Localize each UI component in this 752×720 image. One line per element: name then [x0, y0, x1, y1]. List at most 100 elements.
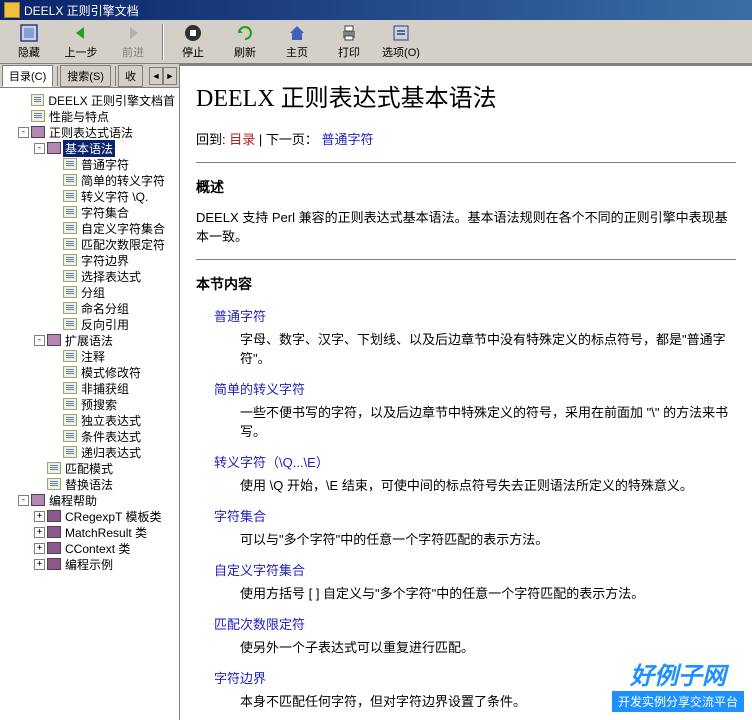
tree-label[interactable]: 字符集合 — [79, 204, 131, 221]
tree-label[interactable]: 独立表达式 — [79, 412, 143, 429]
tree-label[interactable]: 模式修改符 — [79, 364, 143, 381]
tree-label[interactable]: 普通字符 — [79, 156, 131, 173]
page-icon — [63, 382, 77, 394]
tree-label[interactable]: CContext 类 — [63, 540, 132, 557]
tree-node[interactable]: 普通字符 — [2, 156, 177, 172]
options-button[interactable]: 选项(O) — [376, 22, 426, 62]
tree-label[interactable]: 替换语法 — [63, 476, 115, 493]
tree-node[interactable]: 模式修改符 — [2, 364, 177, 380]
overview-heading: 概述 — [196, 177, 736, 197]
tree-node[interactable]: 非捕获组 — [2, 380, 177, 396]
stop-icon — [183, 23, 203, 43]
topic-link[interactable]: 字符集合 — [214, 506, 736, 525]
collapse-icon[interactable]: - — [18, 127, 29, 138]
tree-view[interactable]: DEELX 正则引擎文档首性能与特点-正则表达式语法-基本语法普通字符简单的转义… — [0, 88, 179, 720]
tree-node[interactable]: 条件表达式 — [2, 428, 177, 444]
topic-link[interactable]: 普通字符 — [214, 306, 736, 325]
tree-node[interactable]: 转义字符 \Q. — [2, 188, 177, 204]
tree-node[interactable]: 注释 — [2, 348, 177, 364]
print-button[interactable]: 打印 — [324, 22, 374, 62]
tree-label[interactable]: 编程帮助 — [47, 492, 99, 509]
titlebar: DEELX 正则引擎文档 — [0, 0, 752, 20]
collapse-icon[interactable]: - — [34, 335, 45, 346]
tree-label[interactable]: 选择表达式 — [79, 268, 143, 285]
refresh-button[interactable]: 刷新 — [220, 22, 270, 62]
tree-node[interactable]: - 扩展语法 — [2, 332, 177, 348]
tree-node[interactable]: 替换语法 — [2, 476, 177, 492]
tree-node[interactable]: 匹配次数限定符 — [2, 236, 177, 252]
tree-node[interactable]: 字符集合 — [2, 204, 177, 220]
scroll-right-icon[interactable]: ► — [163, 67, 177, 85]
expand-icon[interactable]: + — [34, 511, 45, 522]
tree-label[interactable]: 简单的转义字符 — [79, 172, 167, 189]
collapse-icon[interactable]: - — [34, 143, 45, 154]
tree-node[interactable]: 选择表达式 — [2, 268, 177, 284]
tree-node[interactable]: 独立表达式 — [2, 412, 177, 428]
tree-node[interactable]: + MatchResult 类 — [2, 524, 177, 540]
tree-label[interactable]: 基本语法 — [63, 140, 115, 157]
topic-description: 使用 \Q 开始，\E 结束，可使中间的标点符号失去正则语法所定义的特殊意义。 — [240, 475, 736, 494]
tree-node[interactable]: 命名分组 — [2, 300, 177, 316]
back-button[interactable]: 上一步 — [56, 22, 106, 62]
tree-node[interactable]: - 基本语法 — [2, 140, 177, 156]
scroll-left-icon[interactable]: ◄ — [149, 67, 163, 85]
topic-link[interactable]: 简单的转义字符 — [214, 379, 736, 398]
tree-label[interactable]: 匹配次数限定符 — [79, 236, 167, 253]
topic-description: 可以与"多个字符"中的任意一个字符匹配的表示方法。 — [240, 529, 736, 548]
tree-label[interactable]: 非捕获组 — [79, 380, 131, 397]
tree-label[interactable]: 字符边界 — [79, 252, 131, 269]
tab-search[interactable]: 搜索(S) — [60, 65, 111, 87]
stop-button[interactable]: 停止 — [168, 22, 218, 62]
expand-icon[interactable]: + — [34, 543, 45, 554]
tree-label[interactable]: 分组 — [79, 284, 107, 301]
tab-favorites[interactable]: 收 — [118, 65, 143, 87]
tree-node[interactable]: - 编程帮助 — [2, 492, 177, 508]
tree-label[interactable]: DEELX 正则引擎文档首 — [46, 92, 177, 109]
tree-label[interactable]: 预搜索 — [79, 396, 119, 413]
tree-label[interactable]: 条件表达式 — [79, 428, 143, 445]
tree-node[interactable]: 递归表达式 — [2, 444, 177, 460]
page-icon — [63, 174, 77, 186]
tree-label[interactable]: 正则表达式语法 — [47, 124, 135, 141]
tree-node[interactable]: 字符边界 — [2, 252, 177, 268]
tree-node[interactable]: 简单的转义字符 — [2, 172, 177, 188]
tree-node[interactable]: 反向引用 — [2, 316, 177, 332]
divider — [196, 259, 736, 260]
tree-label[interactable]: CRegexpT 模板类 — [63, 508, 163, 525]
tree-node[interactable]: 自定义字符集合 — [2, 220, 177, 236]
tree-label[interactable]: 性能与特点 — [47, 108, 111, 125]
hide-button[interactable]: 隐藏 — [4, 22, 54, 62]
tree-label[interactable]: 编程示例 — [63, 556, 115, 573]
tree-label[interactable]: 注释 — [79, 348, 107, 365]
sidebar: 目录(C) 搜索(S) 收 ◄ ► DEELX 正则引擎文档首性能与特点-正则表… — [0, 64, 180, 720]
home-button[interactable]: 主页 — [272, 22, 322, 62]
nav-contents-link[interactable]: 目录 — [229, 132, 255, 147]
tree-node[interactable]: 性能与特点 — [2, 108, 177, 124]
tree-label[interactable]: 扩展语法 — [63, 332, 115, 349]
topic-link[interactable]: 自定义字符集合 — [214, 560, 736, 579]
tree-label[interactable]: 匹配模式 — [63, 460, 115, 477]
content-pane[interactable]: DEELX 正则表达式基本语法 回到: 目录 | 下一页： 普通字符 概述 DE… — [180, 64, 752, 720]
tree-label[interactable]: 反向引用 — [79, 316, 131, 333]
tree-node[interactable]: 预搜索 — [2, 396, 177, 412]
topic-link[interactable]: 转义字符（\Q...\E） — [214, 452, 736, 471]
tree-label[interactable]: 转义字符 \Q. — [79, 188, 150, 205]
tree-label[interactable]: 自定义字符集合 — [79, 220, 167, 237]
tree-node[interactable]: 匹配模式 — [2, 460, 177, 476]
tree-node[interactable]: - 正则表达式语法 — [2, 124, 177, 140]
tab-contents[interactable]: 目录(C) — [2, 65, 53, 87]
tree-node[interactable]: + CContext 类 — [2, 540, 177, 556]
forward-button[interactable]: 前进 — [108, 22, 158, 62]
expand-icon[interactable]: + — [34, 527, 45, 538]
collapse-icon[interactable]: - — [18, 495, 29, 506]
topic-link[interactable]: 匹配次数限定符 — [214, 614, 736, 633]
tree-node[interactable]: DEELX 正则引擎文档首 — [2, 92, 177, 108]
tree-node[interactable]: + CRegexpT 模板类 — [2, 508, 177, 524]
nav-next-link[interactable]: 普通字符 — [322, 132, 374, 147]
expand-icon[interactable]: + — [34, 559, 45, 570]
tree-node[interactable]: 分组 — [2, 284, 177, 300]
tree-node[interactable]: + 编程示例 — [2, 556, 177, 572]
tree-label[interactable]: MatchResult 类 — [63, 524, 149, 541]
tree-label[interactable]: 命名分组 — [79, 300, 131, 317]
tree-label[interactable]: 递归表达式 — [79, 444, 143, 461]
